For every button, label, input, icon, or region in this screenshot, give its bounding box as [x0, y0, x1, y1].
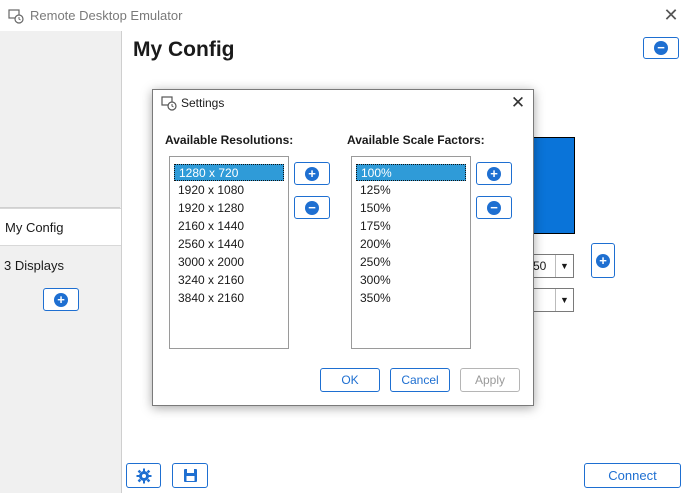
add-resolution-button[interactable]: + — [294, 162, 330, 185]
sidebar-item-my-config[interactable]: My Config — [0, 208, 121, 246]
sidebar-header-area — [0, 31, 120, 208]
connect-button[interactable]: Connect — [584, 463, 681, 488]
list-item[interactable]: 200% — [356, 236, 466, 253]
resolutions-list[interactable]: 1280 x 720 1920 x 1080 1920 x 1280 2160 … — [169, 156, 289, 349]
minus-icon: − — [305, 200, 319, 215]
list-item[interactable]: 350% — [356, 290, 466, 307]
minus-icon: − — [487, 200, 501, 215]
list-item[interactable]: 3000 x 2000 — [174, 254, 284, 271]
sidebar-item-label: My Config — [5, 220, 64, 235]
plus-icon: + — [305, 166, 319, 181]
list-item[interactable]: 2160 x 1440 — [174, 218, 284, 235]
list-item[interactable]: 1920 x 1080 — [174, 182, 284, 199]
list-item[interactable]: 3240 x 2160 — [174, 272, 284, 289]
dialog-close-icon[interactable]: ✕ — [509, 94, 527, 112]
list-item[interactable]: 250% — [356, 254, 466, 271]
combo-value: 50 — [533, 259, 547, 273]
add-config-button[interactable]: + — [43, 288, 79, 311]
displays-count-label: 3 Displays — [4, 258, 64, 273]
list-item[interactable]: 150% — [356, 200, 466, 217]
list-item[interactable]: 300% — [356, 272, 466, 289]
resolutions-label: Available Resolutions: — [165, 133, 294, 147]
add-display-button[interactable]: + — [591, 243, 615, 278]
remove-config-button[interactable]: − — [643, 37, 679, 59]
list-item[interactable]: 1920 x 1280 — [174, 200, 284, 217]
display-preview[interactable] — [533, 137, 575, 234]
settings-dialog-icon — [161, 96, 177, 111]
window-title: Remote Desktop Emulator — [30, 8, 183, 23]
settings-button[interactable] — [126, 463, 161, 488]
plus-icon: + — [487, 166, 501, 181]
remove-scale-button[interactable]: − — [476, 196, 512, 219]
apply-button[interactable]: Apply — [460, 368, 520, 392]
list-item[interactable]: 2560 x 1440 — [174, 236, 284, 253]
plus-icon: + — [596, 253, 610, 268]
save-icon — [183, 469, 197, 482]
chevron-down-icon: ▼ — [555, 289, 573, 311]
window-close-icon[interactable]: ✕ — [662, 6, 680, 24]
app-icon — [8, 9, 24, 24]
list-item[interactable]: 1280 x 720 — [174, 164, 284, 181]
chevron-down-icon: ▼ — [555, 255, 573, 277]
save-button[interactable] — [172, 463, 208, 488]
list-item[interactable]: 125% — [356, 182, 466, 199]
dialog-title: Settings — [181, 96, 225, 110]
plus-icon: + — [54, 292, 68, 307]
list-item[interactable]: 100% — [356, 164, 466, 181]
page-title: My Config — [133, 38, 235, 61]
scales-label: Available Scale Factors: — [347, 133, 485, 147]
scales-list[interactable]: 100% 125% 150% 175% 200% 250% 300% 350% — [351, 156, 471, 349]
list-item[interactable]: 3840 x 2160 — [174, 290, 284, 307]
minus-icon: − — [654, 41, 668, 55]
list-item[interactable]: 175% — [356, 218, 466, 235]
cancel-button[interactable]: Cancel — [390, 368, 450, 392]
remove-resolution-button[interactable]: − — [294, 196, 330, 219]
ok-button[interactable]: OK — [320, 368, 380, 392]
add-scale-button[interactable]: + — [476, 162, 512, 185]
gear-icon — [136, 468, 151, 483]
